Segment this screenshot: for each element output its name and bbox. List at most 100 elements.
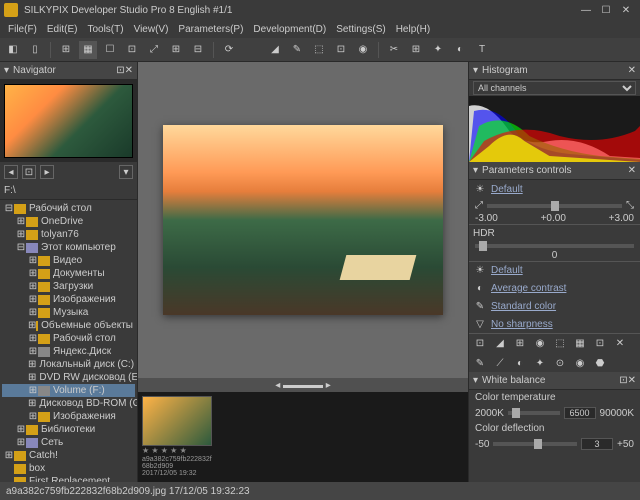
toolbar-btn[interactable]: ☐ <box>101 41 119 59</box>
nav-btn[interactable]: ▾ <box>119 165 133 179</box>
tool-icon[interactable]: ◢ <box>493 336 507 350</box>
toolbar-btn[interactable]: ⊡ <box>123 41 141 59</box>
panel-close-icon[interactable]: ✕ <box>125 65 133 76</box>
tree-item[interactable]: ⊞Catch! <box>2 449 135 462</box>
toolbar-btn[interactable]: ✎ <box>288 41 306 59</box>
toolbar-btn[interactable]: ⊞ <box>407 41 425 59</box>
image-preview[interactable] <box>138 62 468 378</box>
toolbar-btn[interactable]: ⟳ <box>220 41 238 59</box>
nav-prev-icon[interactable]: ◂ <box>4 165 18 179</box>
preview-scrollbar[interactable]: ◂ ▬▬▬▬ ▸ <box>138 378 468 392</box>
defl-input[interactable] <box>581 438 613 450</box>
tree-item[interactable]: ⊟Этот компьютер <box>2 241 135 254</box>
expand-icon[interactable]: ⤡ <box>626 200 634 211</box>
navigator-thumbnail[interactable] <box>0 80 137 162</box>
toolbar-btn[interactable]: ⊟ <box>189 41 207 59</box>
toolbar-btn[interactable]: ◐ <box>451 41 469 59</box>
toolbar-btn[interactable]: T <box>473 41 491 59</box>
menu-item[interactable]: View(V) <box>130 22 173 37</box>
temp-slider[interactable] <box>508 411 560 415</box>
maximize-button[interactable]: ☐ <box>596 5 616 16</box>
tree-item[interactable]: ⊞Загрузки <box>2 280 135 293</box>
tree-item[interactable]: ⊞Локальный диск (C:) <box>2 358 135 371</box>
panel-close-icon[interactable]: ✕ <box>628 165 636 176</box>
tree-item[interactable]: ⊞Яндекс.Диск <box>2 345 135 358</box>
param-link[interactable]: Standard color <box>491 301 556 312</box>
minimize-button[interactable]: — <box>576 5 596 16</box>
expand-icon[interactable]: ⤢ <box>475 200 483 211</box>
param-link[interactable]: No sharpness <box>491 319 553 330</box>
tool-icon[interactable]: ◐ <box>513 356 527 370</box>
toolbar-btn[interactable]: ▦ <box>79 41 97 59</box>
tool-icon[interactable]: ⟋ <box>493 356 507 370</box>
tool-icon[interactable]: ⊞ <box>513 336 527 350</box>
panel-btn[interactable]: ⊡ <box>116 65 124 76</box>
thumbnail-item[interactable]: ★ ★ ★ ★ ★ a9a382c759fb222832f68b2d909 20… <box>142 396 212 478</box>
tree-item[interactable]: ⊞Документы <box>2 267 135 280</box>
tree-item[interactable]: ⊞Изображения <box>2 293 135 306</box>
tree-item[interactable]: ⊞DVD RW дисковод (E:) <box>2 371 135 384</box>
tool-icon[interactable]: ✕ <box>613 336 627 350</box>
tree-item[interactable]: ⊞tolyan76 <box>2 228 135 241</box>
tree-item[interactable]: ⊞Библиотеки <box>2 423 135 436</box>
tree-item[interactable]: ⊞OneDrive <box>2 215 135 228</box>
tree-item[interactable]: box <box>2 462 135 475</box>
temp-input[interactable] <box>564 407 596 419</box>
tool-icon[interactable]: ⊡ <box>593 336 607 350</box>
hdr-slider[interactable] <box>475 244 634 248</box>
path-input[interactable] <box>4 185 136 196</box>
tool-icon[interactable]: ◉ <box>573 356 587 370</box>
tree-item[interactable]: ⊞Volume (F:) <box>2 384 135 397</box>
tree-item[interactable]: ⊞Дисковод BD-ROM (G:) <box>2 397 135 410</box>
toolbar-btn[interactable]: ✦ <box>429 41 447 59</box>
tree-item[interactable]: ⊞Сеть <box>2 436 135 449</box>
panel-close-icon[interactable]: ✕ <box>628 65 636 76</box>
param-link[interactable]: Average contrast <box>491 283 566 294</box>
menu-item[interactable]: Parameters(P) <box>174 22 247 37</box>
tool-icon[interactable]: ⬣ <box>593 356 607 370</box>
collapse-icon[interactable]: ▾ <box>473 375 478 386</box>
tree-item[interactable]: ⊞Изображения <box>2 410 135 423</box>
toolbar-btn[interactable]: ✂ <box>385 41 403 59</box>
collapse-icon[interactable]: ▾ <box>473 165 478 176</box>
tool-icon[interactable]: ⊙ <box>553 356 567 370</box>
tree-item[interactable]: ⊞Рабочий стол <box>2 332 135 345</box>
menu-item[interactable]: Tools(T) <box>83 22 127 37</box>
toolbar-btn[interactable]: ◧ <box>4 41 22 59</box>
tool-icon[interactable]: ⬚ <box>553 336 567 350</box>
menu-item[interactable]: Edit(E) <box>43 22 82 37</box>
toolbar-btn[interactable]: ▯ <box>26 41 44 59</box>
menu-item[interactable]: Help(H) <box>392 22 434 37</box>
nav-btn[interactable]: ⊡ <box>22 165 36 179</box>
tool-icon[interactable]: ◉ <box>533 336 547 350</box>
panel-btn[interactable]: ⊡ <box>619 375 627 386</box>
tool-icon[interactable]: ✎ <box>473 356 487 370</box>
toolbar-btn[interactable]: ◉ <box>354 41 372 59</box>
tool-icon[interactable]: ⊡ <box>473 336 487 350</box>
tree-item[interactable]: ⊞Музыка <box>2 306 135 319</box>
panel-close-icon[interactable]: ✕ <box>628 375 636 386</box>
close-button[interactable]: ✕ <box>616 5 636 16</box>
collapse-icon[interactable]: ▾ <box>473 65 478 76</box>
toolbar-btn[interactable]: ⊡ <box>332 41 350 59</box>
toolbar-btn[interactable]: ⊞ <box>57 41 75 59</box>
param-link[interactable]: Default <box>491 265 523 276</box>
default-link[interactable]: Default <box>491 184 523 195</box>
menu-item[interactable]: File(F) <box>4 22 41 37</box>
tree-item[interactable]: ⊞Объемные объекты <box>2 319 135 332</box>
folder-tree[interactable]: ⊟Рабочий стол⊞OneDrive⊞tolyan76⊟Этот ком… <box>0 200 137 482</box>
exposure-slider[interactable] <box>487 204 622 208</box>
tree-item[interactable]: ⊞Видео <box>2 254 135 267</box>
nav-next-icon[interactable]: ▸ <box>40 165 54 179</box>
tool-icon[interactable]: ✦ <box>533 356 547 370</box>
defl-slider[interactable] <box>493 442 577 446</box>
toolbar-btn[interactable]: ⊞ <box>167 41 185 59</box>
toolbar-btn[interactable]: ⬚ <box>310 41 328 59</box>
toolbar-btn[interactable]: ◢ <box>266 41 284 59</box>
menu-item[interactable]: Settings(S) <box>332 22 389 37</box>
toolbar-btn[interactable]: ⤢ <box>145 41 163 59</box>
tree-item[interactable]: ⊟Рабочий стол <box>2 202 135 215</box>
channel-select[interactable]: All channels <box>473 81 636 95</box>
tool-icon[interactable]: ▦ <box>573 336 587 350</box>
collapse-icon[interactable]: ▾ <box>4 65 9 76</box>
